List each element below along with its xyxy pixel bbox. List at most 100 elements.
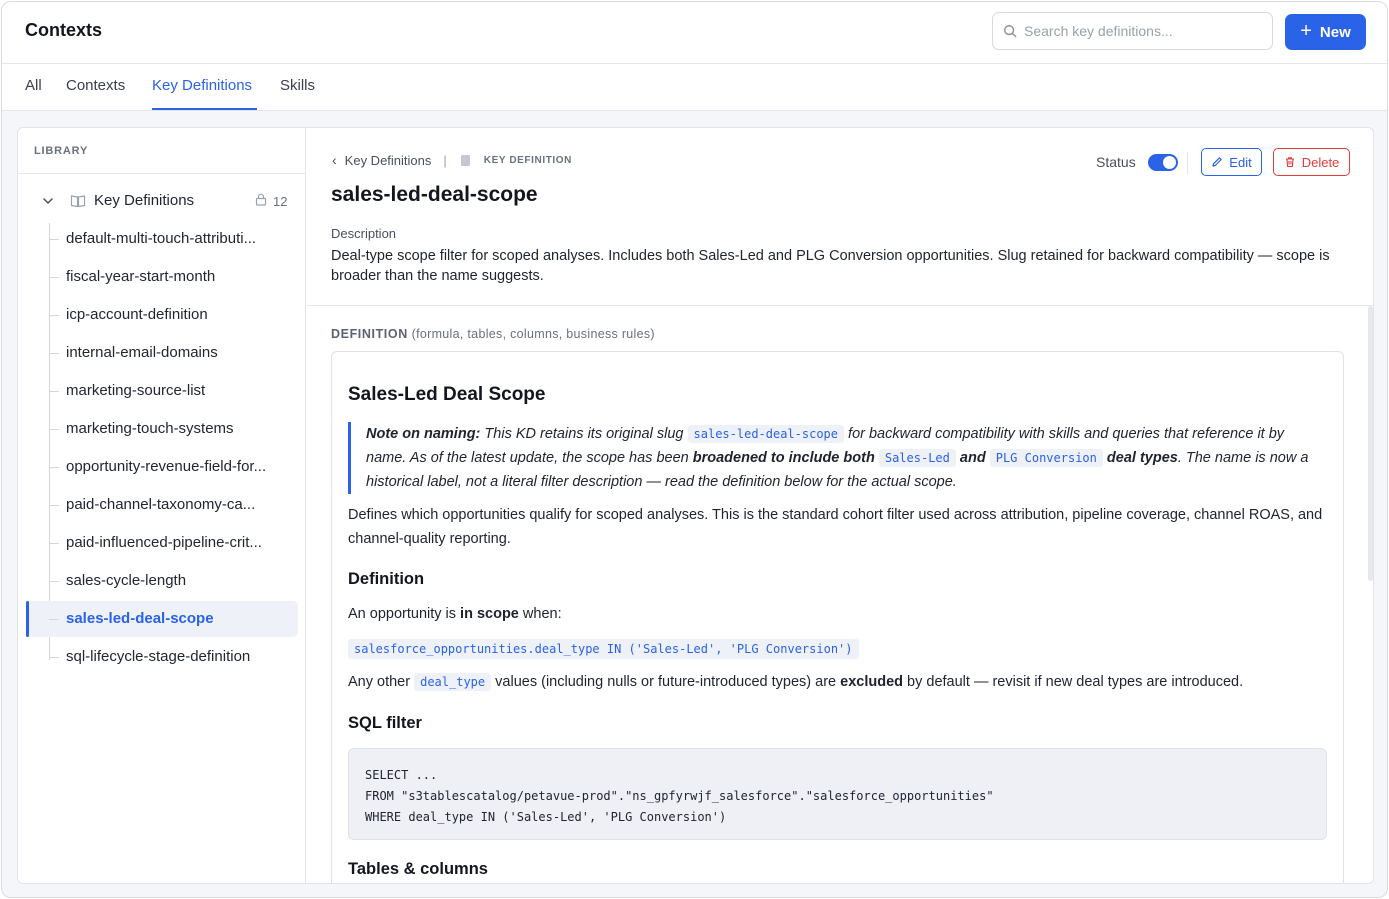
sidebar-item-icp-account-definition[interactable]: icp-account-definition	[26, 297, 298, 333]
book-icon	[70, 195, 86, 208]
library-sidebar: LIBRARY Key Definitions 12 default-multi…	[18, 128, 306, 883]
exclusion-emphasis: excluded	[840, 674, 903, 690]
definition-label: DEFINITION (formula, tables, columns, bu…	[331, 327, 655, 341]
sidebar-item-label: sql-lifecycle-stage-definition	[66, 648, 251, 665]
tab-key-definitions[interactable]: Key Definitions	[152, 77, 252, 94]
sidebar-item-label: paid-influenced-pipeline-crit...	[66, 534, 262, 551]
scrollbar[interactable]	[1368, 306, 1373, 581]
delete-button-label: Delete	[1301, 154, 1340, 170]
folder-key-definitions[interactable]: Key Definitions 12	[18, 188, 306, 214]
page-title: Contexts	[25, 20, 103, 40]
sidebar-item-paid-influenced-pipeline[interactable]: paid-influenced-pipeline-crit...	[26, 525, 298, 561]
sql-filter-heading: SQL filter	[348, 714, 422, 732]
breadcrumb: ‹ Key Definitions | KEY DEFINITION	[332, 152, 572, 168]
scope-paragraph: An opportunity is in scope when:	[348, 602, 562, 626]
scope-text: An opportunity is	[348, 606, 457, 622]
pencil-icon	[1212, 157, 1223, 167]
scope-text: when:	[522, 606, 562, 622]
selection-indicator	[26, 601, 29, 637]
sidebar-item-sales-led-deal-scope[interactable]: sales-led-deal-scope	[26, 601, 298, 637]
sidebar-item-label: icp-account-definition	[66, 306, 208, 323]
scope-code: salesforce_opportunities.deal_type IN ('…	[348, 639, 859, 659]
sidebar-item-label: sales-led-deal-scope	[66, 610, 214, 627]
active-tab-indicator	[152, 108, 257, 110]
trash-icon	[1285, 157, 1294, 168]
search-input[interactable]	[1024, 23, 1264, 39]
sidebar-item-label: opportunity-revenue-field-for...	[66, 458, 267, 475]
search-box[interactable]	[992, 12, 1273, 50]
note-title: Note on naming:	[366, 426, 481, 442]
sidebar-item-sql-lifecycle-stage-definition[interactable]: sql-lifecycle-stage-definition	[26, 639, 298, 675]
delete-button[interactable]: Delete	[1273, 148, 1350, 176]
tables-columns-heading: Tables & columns	[348, 860, 488, 878]
note-text: This KD retains its original slug	[484, 426, 684, 442]
app-window: Contexts + New All Contexts Key Definiti…	[1, 1, 1388, 898]
definition-card: Sales-Led Deal Scope Note on naming: Thi…	[331, 351, 1344, 883]
sidebar-item-label: sales-cycle-length	[66, 572, 187, 589]
detail-pane: ‹ Key Definitions | KEY DEFINITION sales…	[307, 128, 1373, 883]
sidebar-item-label: paid-channel-taxonomy-ca...	[66, 496, 256, 513]
sidebar-item-opportunity-revenue-field[interactable]: opportunity-revenue-field-for...	[26, 449, 298, 485]
main-panel: LIBRARY Key Definitions 12 default-multi…	[17, 127, 1374, 884]
edit-button[interactable]: Edit	[1201, 148, 1262, 176]
key-definition-icon	[460, 154, 470, 166]
sidebar-item-label: marketing-touch-systems	[66, 420, 234, 437]
sidebar-item-fiscal-year-start-month[interactable]: fiscal-year-start-month	[26, 259, 298, 295]
note-code-plg: PLG Conversion	[989, 449, 1103, 467]
folder-count: 12	[273, 194, 288, 209]
top-bar: Contexts + New	[2, 2, 1387, 64]
new-button[interactable]: + New	[1285, 14, 1366, 50]
intro-paragraph: Defines which opportunities qualify for …	[348, 507, 1323, 547]
note-emphasis: broadened to include both	[692, 450, 875, 466]
naming-note: Note on naming: This KD retains its orig…	[348, 422, 1328, 494]
note-emphasis: deal types	[1106, 450, 1178, 466]
exclusion-text: by default — revisit if new deal types a…	[907, 674, 1244, 690]
search-icon	[1004, 25, 1017, 38]
definition-label-title: DEFINITION	[331, 327, 408, 341]
library-header: LIBRARY	[18, 128, 306, 174]
status-toggle[interactable]	[1148, 154, 1178, 171]
definition-title: sales-led-deal-scope	[331, 183, 538, 206]
description-label: Description	[331, 226, 397, 241]
note-code-slug: sales-led-deal-scope	[687, 425, 845, 443]
sidebar-item-label: internal-email-domains	[66, 344, 218, 361]
sidebar-item-sales-cycle-length[interactable]: sales-cycle-length	[26, 563, 298, 599]
note-code-sales-led: Sales-Led	[878, 449, 956, 467]
sidebar-item-default-multi-touch-attribution[interactable]: default-multi-touch-attributi...	[26, 221, 298, 257]
library-label: LIBRARY	[34, 145, 89, 157]
status-label: Status	[1096, 154, 1136, 170]
exclusion-text: values (including nulls or future-introd…	[495, 674, 837, 690]
sidebar-item-label: fiscal-year-start-month	[66, 268, 216, 285]
tab-skills[interactable]: Skills	[280, 77, 315, 94]
exclusion-paragraph: Any other deal_type values (including nu…	[348, 670, 1243, 694]
sidebar-item-label: marketing-source-list	[66, 382, 206, 399]
sidebar-item-internal-email-domains[interactable]: internal-email-domains	[26, 335, 298, 371]
sidebar-item-paid-channel-taxonomy[interactable]: paid-channel-taxonomy-ca...	[26, 487, 298, 523]
sidebar-item-marketing-source-list[interactable]: marketing-source-list	[26, 373, 298, 409]
divider	[1187, 152, 1188, 174]
chevron-down-icon[interactable]	[42, 195, 54, 207]
doc-heading: Sales-Led Deal Scope	[348, 384, 546, 405]
detail-header: ‹ Key Definitions | KEY DEFINITION sales…	[307, 128, 1373, 306]
edit-button-label: Edit	[1229, 154, 1252, 170]
chevron-left-icon[interactable]: ‹	[332, 152, 337, 168]
note-and: and	[959, 450, 986, 466]
exclusion-text: Any other	[348, 674, 411, 690]
definition-label-hint: (formula, tables, columns, business rule…	[411, 327, 655, 341]
breadcrumb-type: KEY DEFINITION	[483, 154, 573, 166]
tab-contexts[interactable]: Contexts	[66, 77, 125, 94]
scope-emphasis: in scope	[460, 606, 519, 622]
definition-heading: Definition	[348, 570, 425, 588]
sql-code-block: SELECT ... FROM "s3tablescatalog/petavue…	[348, 748, 1327, 840]
new-button-label: New	[1319, 23, 1351, 41]
breadcrumb-separator: |	[443, 152, 447, 168]
exclusion-code: deal_type	[414, 673, 492, 691]
sidebar-item-label: default-multi-touch-attributi...	[66, 230, 257, 247]
folder-label: Key Definitions	[94, 192, 195, 209]
description-text: Deal-type scope filter for scoped analys…	[331, 248, 1330, 284]
lock-icon	[255, 193, 267, 206]
plus-icon: +	[1300, 20, 1312, 42]
sidebar-item-marketing-touch-systems[interactable]: marketing-touch-systems	[26, 411, 298, 447]
breadcrumb-back-link[interactable]: Key Definitions	[345, 153, 432, 168]
tab-all[interactable]: All	[25, 77, 42, 94]
